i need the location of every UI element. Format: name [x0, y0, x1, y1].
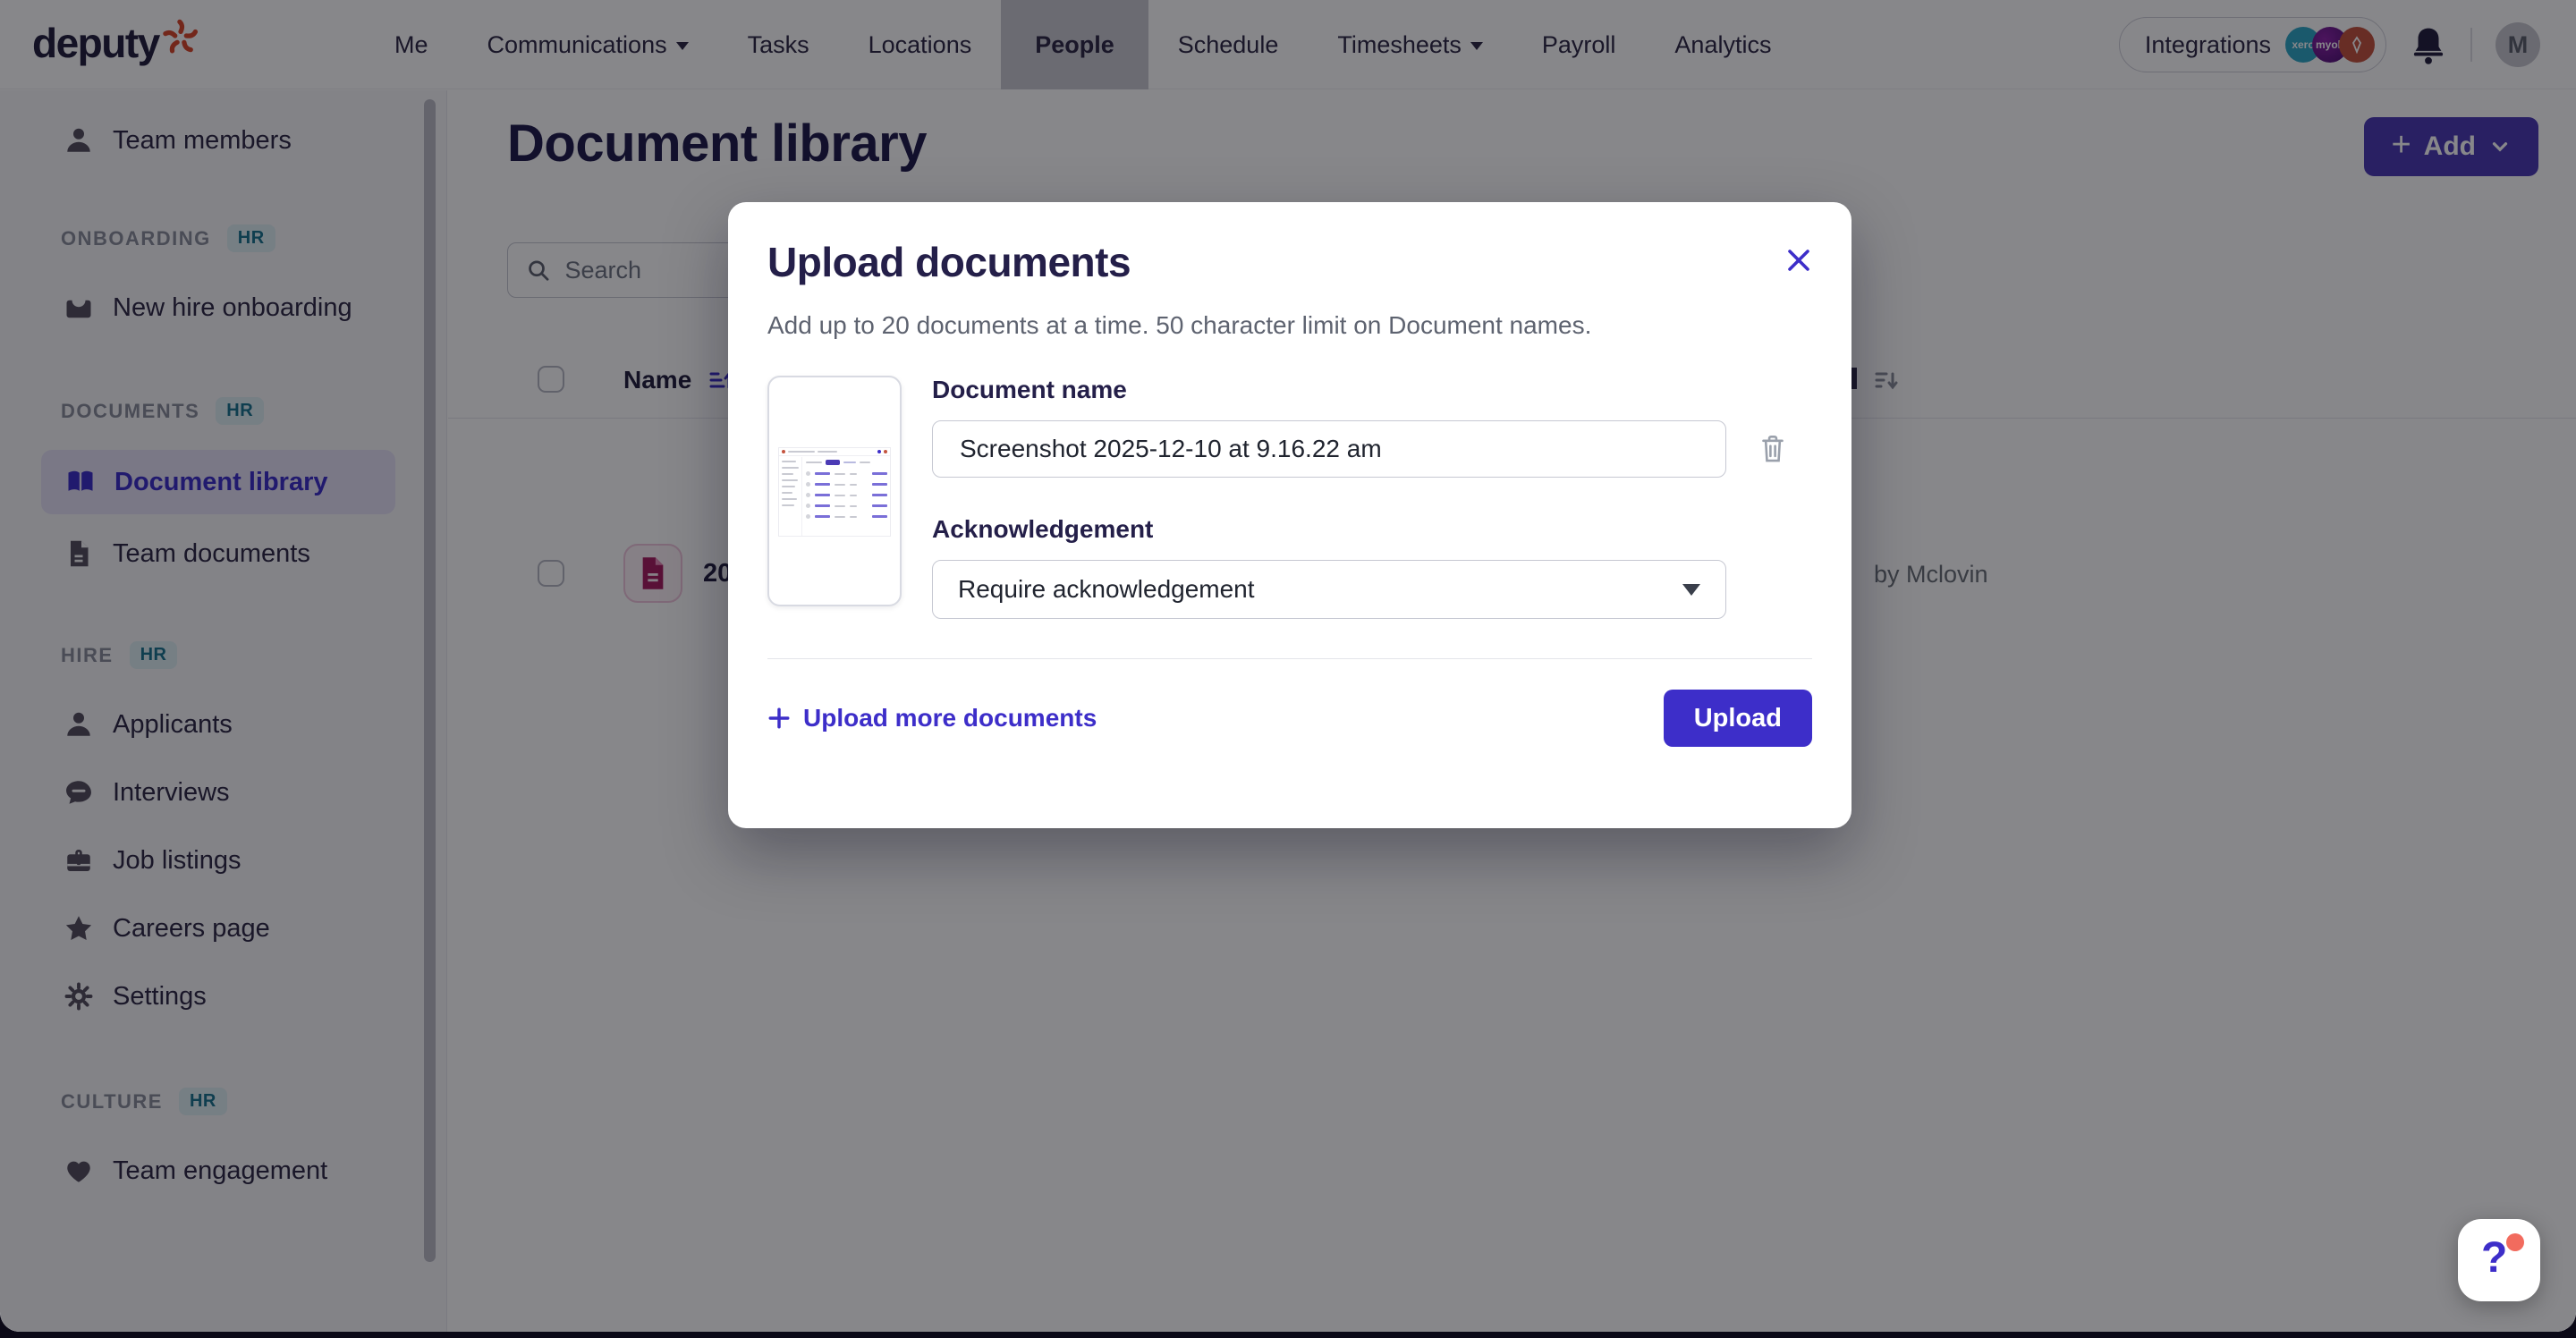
- upload-more-documents-link[interactable]: Upload more documents: [767, 704, 1097, 733]
- modal-description: Add up to 20 documents at a time. 50 cha…: [767, 311, 1812, 340]
- acknowledgement-selected-value: Require acknowledgement: [958, 575, 1255, 604]
- chevron-down-icon: [1682, 584, 1700, 596]
- upload-button[interactable]: Upload: [1664, 690, 1812, 747]
- upload-documents-modal: Upload documents Add up to 20 documents …: [728, 202, 1852, 828]
- app-window: deputy Me Communications Tasks Locations…: [0, 0, 2576, 1332]
- document-name-label: Document name: [932, 376, 1812, 404]
- trash-icon[interactable]: [1758, 434, 1787, 464]
- document-thumbnail-preview: [767, 376, 902, 606]
- acknowledgement-select[interactable]: Require acknowledgement: [932, 560, 1726, 619]
- document-name-input[interactable]: [932, 420, 1726, 478]
- thumbnail-mini-screenshot: [778, 447, 891, 537]
- help-button[interactable]: ?: [2458, 1219, 2540, 1301]
- notification-dot: [2506, 1233, 2524, 1251]
- acknowledgement-label: Acknowledgement: [932, 515, 1812, 544]
- plus-icon: [767, 707, 791, 730]
- question-mark-icon: ?: [2481, 1233, 2507, 1283]
- modal-title: Upload documents: [767, 238, 1131, 286]
- close-icon[interactable]: [1785, 247, 1812, 274]
- modal-divider: [767, 658, 1812, 659]
